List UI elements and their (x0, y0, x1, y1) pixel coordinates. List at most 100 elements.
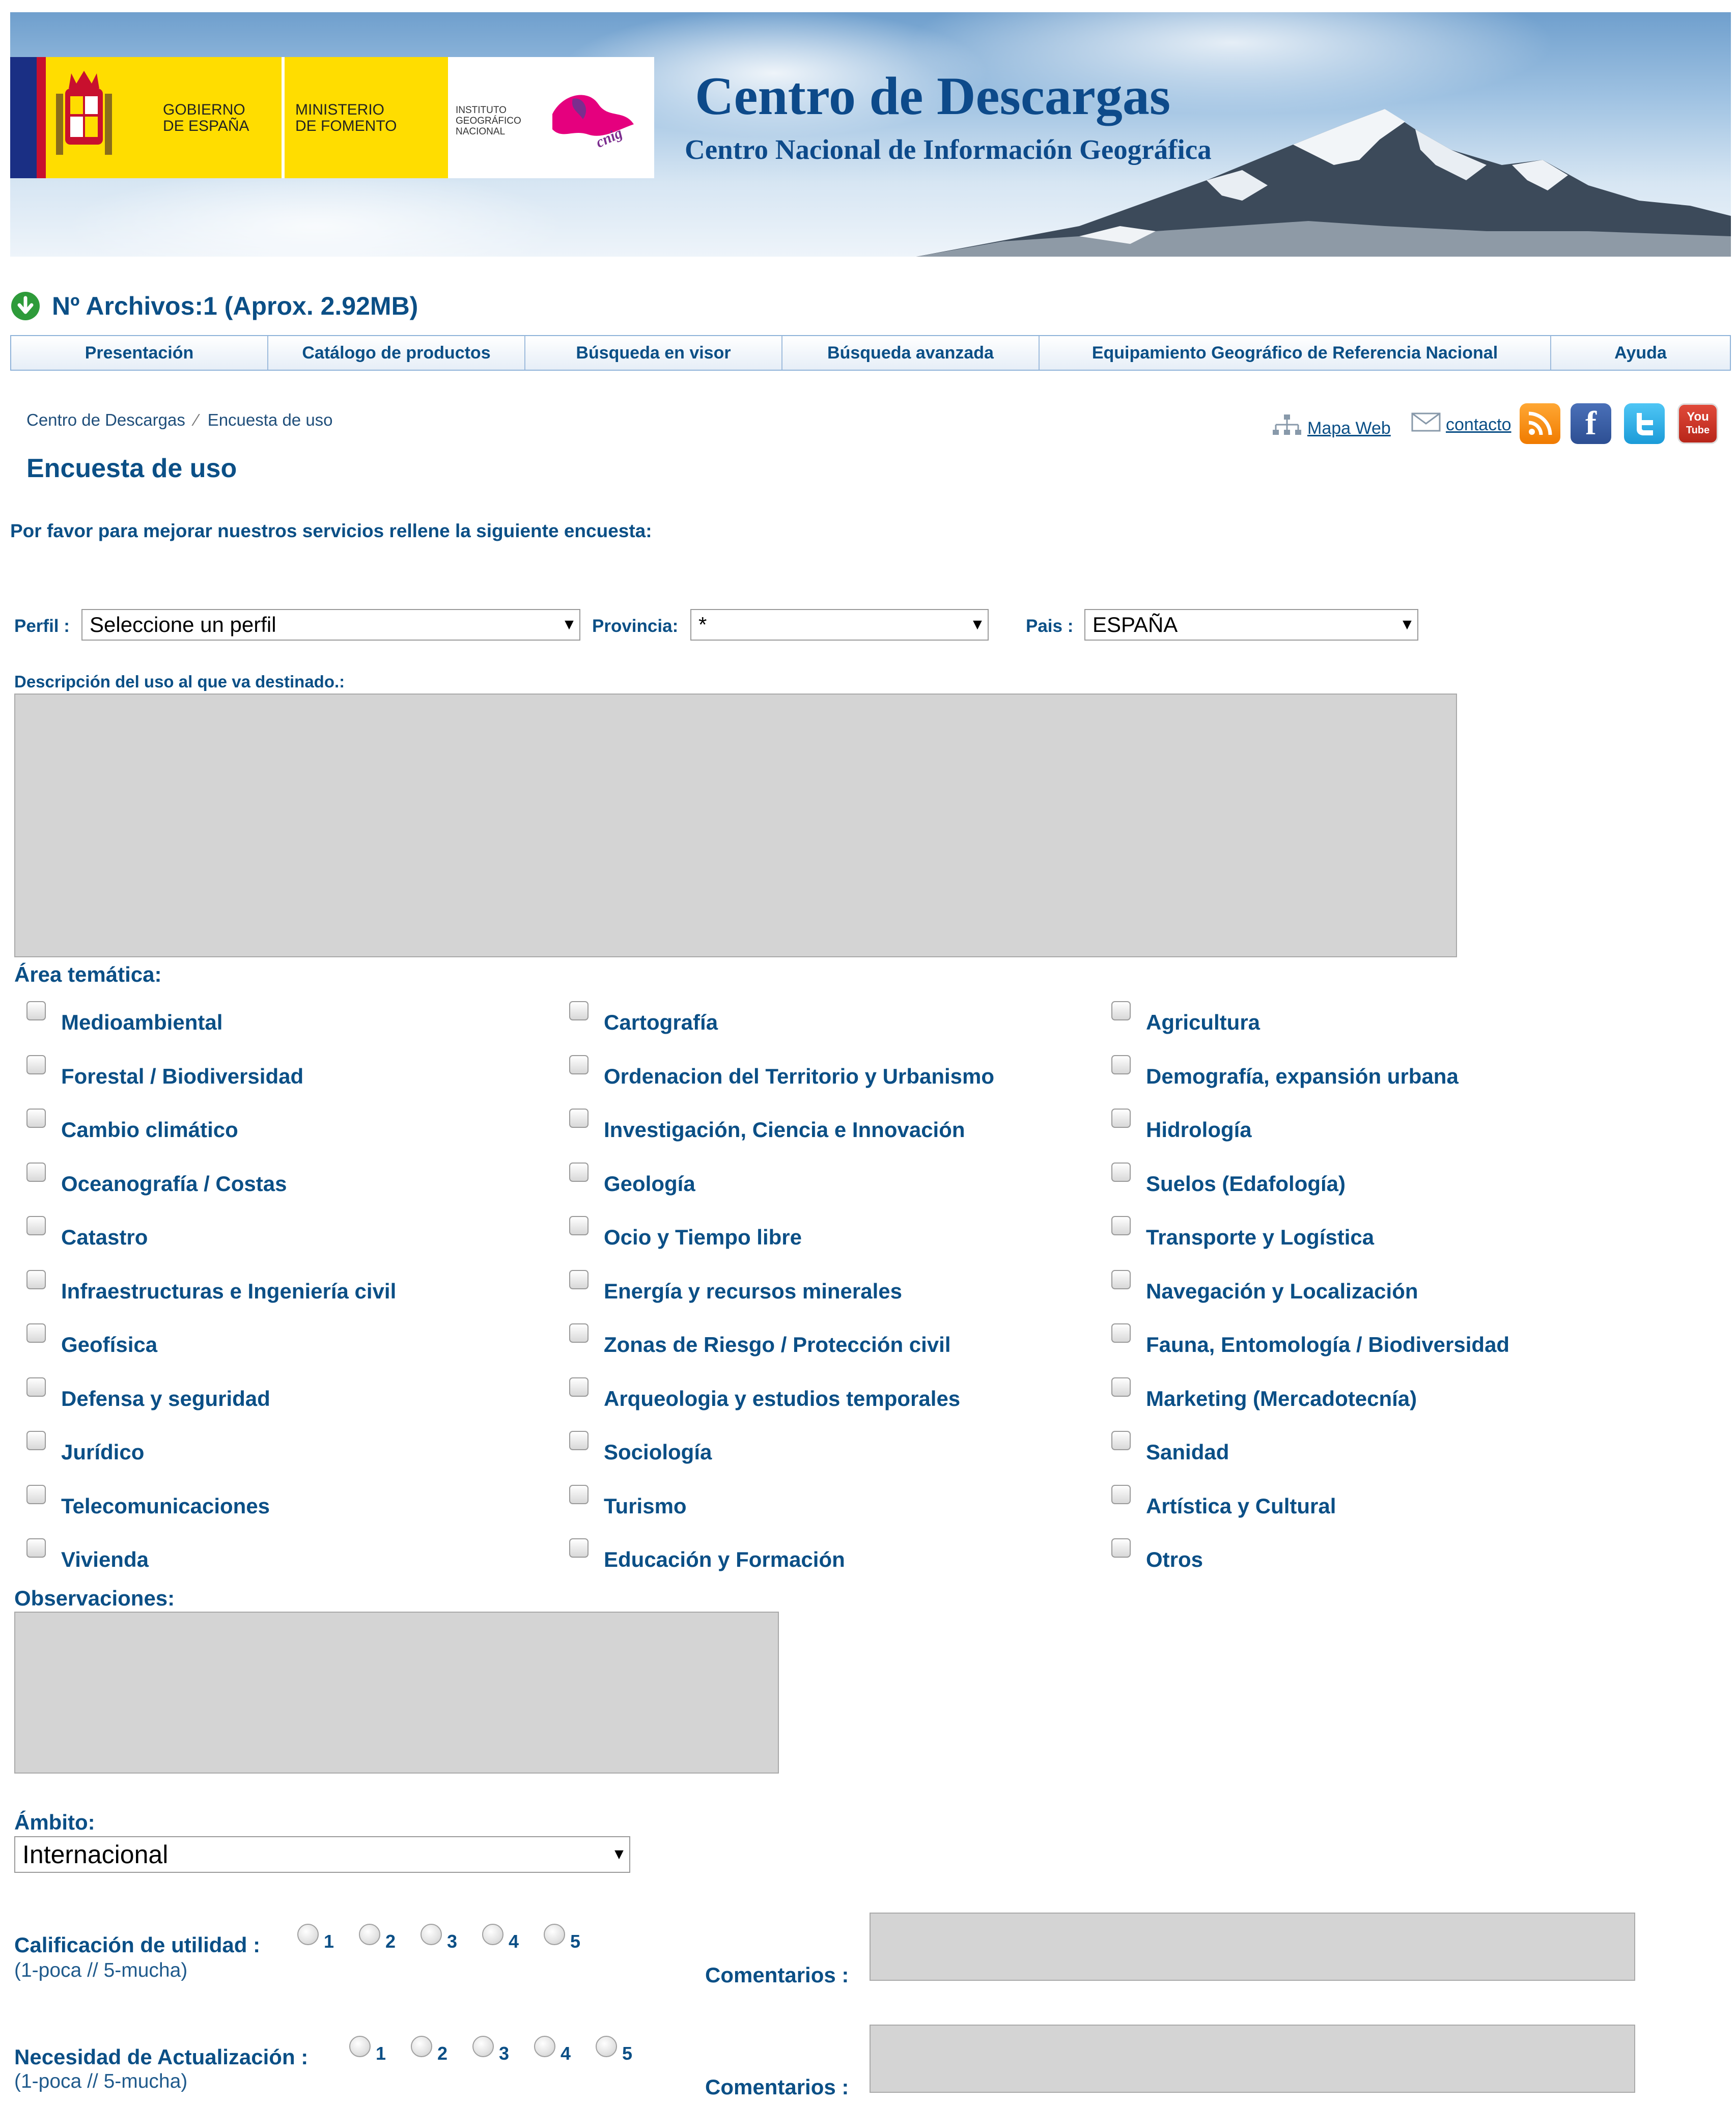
area-checkbox[interactable] (569, 1323, 589, 1343)
area-checkbox[interactable] (26, 1377, 46, 1397)
area-checkbox[interactable] (569, 1162, 589, 1182)
utilidad-radio[interactable] (421, 1924, 442, 1945)
nav-busqueda-avanzada[interactable]: Búsqueda avanzada (782, 336, 1040, 370)
area-checkbox[interactable] (569, 1484, 589, 1504)
nav-presentacion[interactable]: Presentación (11, 336, 268, 370)
nav-catalogo[interactable]: Catálogo de productos (268, 336, 525, 370)
actualizacion-radio[interactable] (534, 2036, 555, 2057)
area-option[interactable]: Educación y Formación (569, 1538, 845, 1572)
twitter-icon[interactable] (1624, 403, 1665, 444)
area-checkbox[interactable] (26, 1162, 46, 1182)
area-checkbox[interactable] (1111, 1216, 1131, 1235)
breadcrumb-root[interactable]: Centro de Descargas (26, 410, 185, 429)
area-checkbox[interactable] (569, 1001, 589, 1020)
area-option[interactable]: Cartografía (569, 1001, 718, 1035)
area-option[interactable]: Jurídico (26, 1431, 144, 1464)
area-checkbox[interactable] (569, 1377, 589, 1397)
rss-icon[interactable] (1520, 403, 1560, 444)
area-option[interactable]: Catastro (26, 1216, 148, 1250)
area-option[interactable]: Cambio climático (26, 1109, 238, 1142)
area-option[interactable]: Marketing (Mercadotecnía) (1111, 1377, 1417, 1411)
area-option[interactable]: Agricultura (1111, 1001, 1260, 1035)
area-option[interactable]: Sociología (569, 1431, 712, 1464)
area-checkbox[interactable] (569, 1109, 589, 1128)
area-checkbox[interactable] (26, 1484, 46, 1504)
contact-link[interactable]: contacto (1446, 415, 1511, 435)
area-option[interactable]: Geología (569, 1162, 695, 1196)
youtube-icon[interactable]: You Tube (1677, 403, 1718, 444)
area-option[interactable]: Hidrología (1111, 1109, 1252, 1142)
area-checkbox[interactable] (1111, 1162, 1131, 1182)
area-checkbox[interactable] (26, 1538, 46, 1558)
area-checkbox[interactable] (1111, 1431, 1131, 1450)
area-option[interactable]: Turismo (569, 1484, 687, 1518)
area-checkbox[interactable] (26, 1431, 46, 1450)
area-option[interactable]: Geofísica (26, 1323, 157, 1357)
nav-busqueda-visor[interactable]: Búsqueda en visor (525, 336, 782, 370)
provincia-select[interactable]: * ▼ (690, 609, 989, 641)
breadcrumb-separator: ⁄ (195, 410, 198, 429)
area-option[interactable]: Sanidad (1111, 1431, 1229, 1464)
area-checkbox[interactable] (1111, 1109, 1131, 1128)
utilidad-radio[interactable] (482, 1924, 503, 1945)
area-checkbox[interactable] (1111, 1269, 1131, 1289)
area-checkbox[interactable] (1111, 1484, 1131, 1504)
area-checkbox[interactable] (26, 1109, 46, 1128)
utilidad-radio[interactable] (297, 1924, 319, 1945)
area-option[interactable]: Infraestructuras e Ingeniería civil (26, 1269, 396, 1304)
actualizacion-radio[interactable] (411, 2036, 432, 2057)
area-option[interactable]: Ordenacion del Territorio y Urbanismo (569, 1055, 994, 1089)
area-checkbox[interactable] (26, 1001, 46, 1020)
area-option[interactable]: Medioambiental (26, 1001, 222, 1035)
actualizacion-radio[interactable] (596, 2036, 617, 2057)
eu-stripe (10, 57, 37, 178)
perfil-select[interactable]: Seleccione un perfil ▼ (81, 609, 580, 641)
area-option[interactable]: Forestal / Biodiversidad (26, 1055, 303, 1089)
area-option[interactable]: Vivienda (26, 1538, 149, 1572)
nav-equipamiento[interactable]: Equipamiento Geográfico de Referencia Na… (1040, 336, 1551, 370)
actualizacion-comentarios-input[interactable] (870, 2025, 1635, 2093)
utilidad-comentarios-input[interactable] (870, 1913, 1635, 1981)
area-option[interactable]: Navegación y Localización (1111, 1269, 1418, 1304)
area-option[interactable]: Artística y Cultural (1111, 1484, 1336, 1518)
area-checkbox[interactable] (1111, 1055, 1131, 1074)
area-checkbox[interactable] (1111, 1001, 1131, 1020)
area-option[interactable]: Investigación, Ciencia e Innovación (569, 1109, 965, 1142)
area-checkbox[interactable] (1111, 1538, 1131, 1558)
area-option[interactable]: Energía y recursos minerales (569, 1269, 902, 1304)
nav-ayuda[interactable]: Ayuda (1551, 336, 1730, 370)
area-checkbox[interactable] (26, 1055, 46, 1074)
area-option[interactable]: Arqueologia y estudios temporales (569, 1377, 960, 1411)
area-checkbox[interactable] (26, 1269, 46, 1289)
descripcion-textarea[interactable] (14, 694, 1457, 957)
area-option[interactable]: Fauna, Entomología / Biodiversidad (1111, 1323, 1509, 1357)
area-option[interactable]: Defensa y seguridad (26, 1377, 270, 1411)
area-checkbox[interactable] (1111, 1377, 1131, 1397)
download-arrow-icon[interactable] (10, 291, 41, 321)
utilidad-radio[interactable] (359, 1924, 380, 1945)
pais-select[interactable]: ESPAÑA ▼ (1084, 609, 1418, 641)
area-option[interactable]: Oceanografía / Costas (26, 1162, 287, 1196)
area-checkbox[interactable] (569, 1055, 589, 1074)
actualizacion-radio[interactable] (472, 2036, 494, 2057)
area-checkbox[interactable] (569, 1431, 589, 1450)
area-checkbox[interactable] (569, 1269, 589, 1289)
sitemap-link[interactable]: Mapa Web (1307, 419, 1391, 438)
area-option[interactable]: Ocio y Tiempo libre (569, 1216, 802, 1250)
facebook-icon[interactable]: f (1571, 403, 1611, 444)
area-option[interactable]: Telecomunicaciones (26, 1484, 270, 1518)
area-checkbox[interactable] (26, 1216, 46, 1235)
area-option[interactable]: Transporte y Logística (1111, 1216, 1374, 1250)
area-option[interactable]: Demografía, expansión urbana (1111, 1055, 1459, 1089)
area-checkbox[interactable] (1111, 1323, 1131, 1343)
ambito-select[interactable]: Internacional ▼ (14, 1836, 630, 1873)
area-checkbox[interactable] (26, 1323, 46, 1343)
area-option[interactable]: Zonas de Riesgo / Protección civil (569, 1323, 951, 1357)
area-option[interactable]: Suelos (Edafología) (1111, 1162, 1346, 1196)
observaciones-textarea[interactable] (14, 1612, 779, 1774)
area-checkbox[interactable] (569, 1216, 589, 1235)
utilidad-radio[interactable] (544, 1924, 565, 1945)
area-checkbox[interactable] (569, 1538, 589, 1558)
area-option[interactable]: Otros (1111, 1538, 1203, 1572)
actualizacion-radio[interactable] (349, 2036, 371, 2057)
